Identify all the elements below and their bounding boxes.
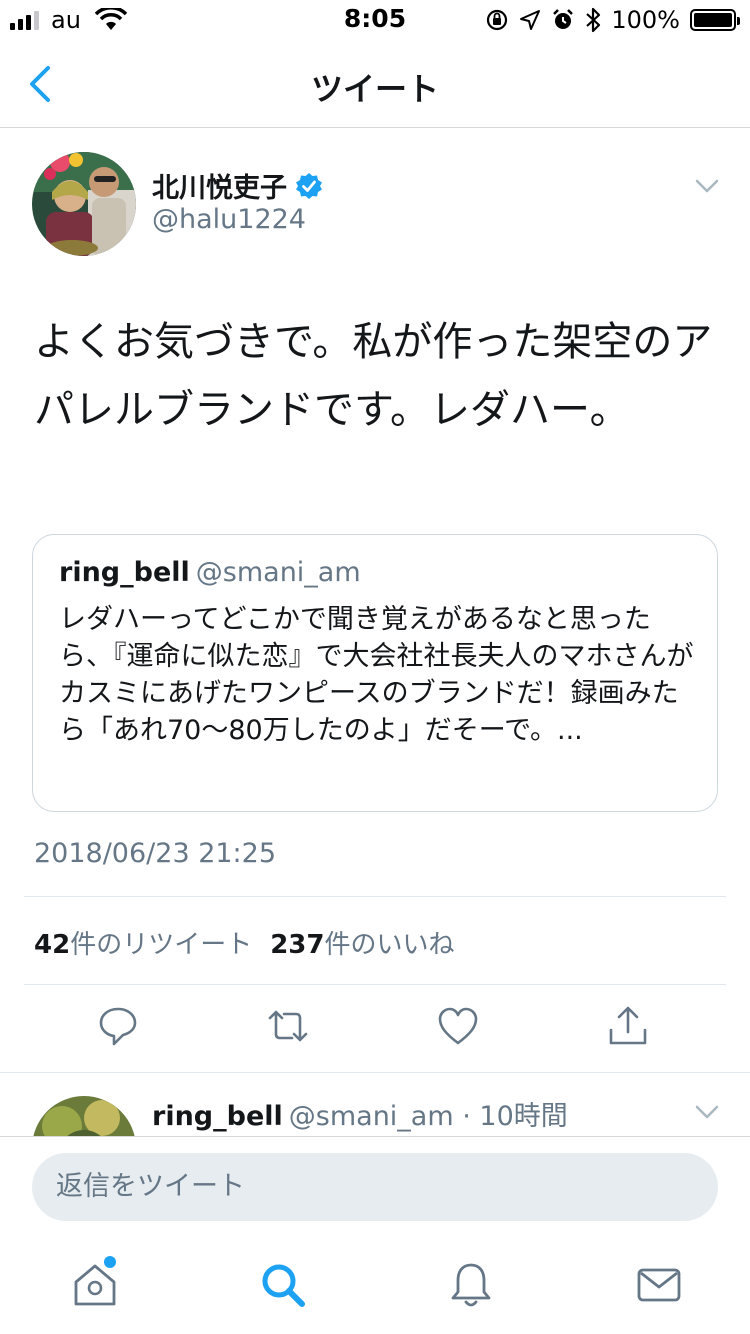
like-stat[interactable]: 237件のいいね (270, 930, 454, 960)
author-avatar[interactable] (32, 152, 136, 256)
chevron-down-icon[interactable] (694, 1102, 720, 1122)
like-icon[interactable] (436, 1004, 480, 1048)
author-handle[interactable]: @halu1224 (152, 204, 306, 235)
chevron-down-icon[interactable] (694, 176, 720, 196)
like-label: 件のいいね (324, 930, 455, 960)
reply-input[interactable]: 返信をツイート (32, 1153, 718, 1221)
retweet-label: 件のリツイート (70, 930, 253, 960)
reply-icon[interactable] (96, 1004, 140, 1048)
quoted-tweet-header: ring_bell @smani_am (59, 557, 361, 588)
search-icon[interactable] (258, 1260, 308, 1310)
status-right: 100% (485, 6, 740, 34)
status-bar: au 8:05 100% (0, 0, 750, 40)
retweet-count: 42 (34, 930, 71, 960)
reply-author-name[interactable]: ring_bell (152, 1101, 283, 1132)
bluetooth-icon (586, 7, 601, 33)
page-title: ツイート (310, 70, 439, 108)
reply-composer-bar: 返信をツイート (0, 1136, 750, 1236)
location-icon (520, 10, 541, 30)
author-name[interactable]: 北川悦吏子 (152, 166, 287, 205)
quoted-tweet-text: レダハーってどこかで聞き覚えがあるなと思ったら、『運命に似た恋』で大会社社長夫人… (59, 604, 694, 746)
home-icon[interactable] (70, 1260, 120, 1310)
like-count: 237 (270, 930, 325, 960)
share-icon[interactable] (606, 1004, 650, 1048)
home-notification-dot (104, 1256, 116, 1268)
tweet-stats: 42件のリツイート 237件のいいね (34, 924, 455, 961)
alarm-icon (553, 9, 574, 29)
orientation-lock-icon (487, 9, 508, 31)
tab-bar (0, 1236, 750, 1334)
quoted-tweet-card[interactable]: ring_bell @smani_am レダハーってどこかで聞き覚えがあるなと思っ… (32, 534, 718, 812)
section-separator (0, 1072, 750, 1073)
retweet-icon[interactable] (266, 1004, 310, 1048)
tweet-timestamp: 2018/06/23 21:25 (34, 838, 277, 869)
quoted-author-handle: @smani_am (195, 557, 361, 588)
divider (24, 984, 726, 985)
verified-badge-icon (296, 172, 322, 199)
divider (24, 896, 726, 897)
notifications-icon[interactable] (446, 1260, 496, 1310)
quoted-author-name: ring_bell (59, 557, 190, 588)
reply-meta: @smani_am · 10時間 (288, 1101, 568, 1132)
tweet-text: よくお気づきで。私が作った架空のアパレルブランドです。レダハー。 (34, 319, 713, 433)
reply-header: ring_bell @smani_am · 10時間 (152, 1094, 568, 1133)
author-name-row: 北川悦吏子 (152, 166, 323, 205)
tweet-actions (0, 1004, 750, 1056)
retweet-stat[interactable]: 42件のリツイート (34, 930, 252, 960)
messages-icon[interactable] (634, 1260, 684, 1310)
battery-percent: 100% (611, 6, 680, 34)
battery-icon (690, 9, 740, 31)
navigation-bar: ツイート (0, 40, 750, 128)
